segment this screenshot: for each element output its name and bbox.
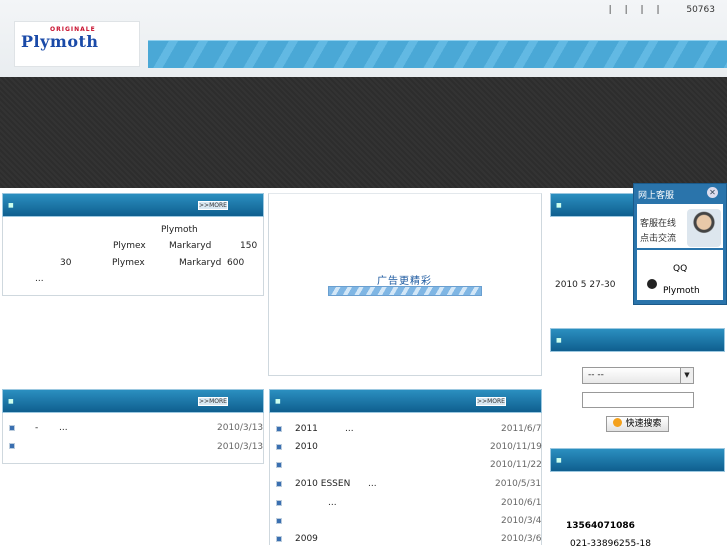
news-mid-item-6-date: 2010/3/4 [501, 516, 542, 526]
news-mid-item-1-a[interactable]: 2011 [295, 424, 318, 434]
top-link-4[interactable]: | [656, 5, 659, 15]
logo-brand: Plymoth [21, 32, 99, 51]
search-icon [613, 418, 623, 427]
top-links: | | | | 50763 [599, 5, 715, 15]
news-mid-item-7-date: 2010/3/6 [501, 534, 542, 544]
search-input[interactable] [582, 392, 694, 408]
intro-line-3b: Plymex [112, 258, 145, 268]
bullet-icon [276, 462, 282, 468]
bar-dot-icon: ■ [8, 398, 14, 405]
ad-loading-bar [328, 286, 482, 296]
chevron-down-icon: ▼ [680, 368, 693, 383]
chat-widget: 网上客服 ✕ 客服在线 点击交流 QQ Plymoth [633, 183, 727, 305]
intro-line-2b: Markaryd [169, 241, 212, 251]
nav-bar [148, 40, 727, 68]
close-icon[interactable]: ✕ [707, 187, 718, 198]
chat-body[interactable]: 客服在线 点击交流 [637, 204, 723, 248]
chat-line-1: 客服在线 [640, 219, 677, 229]
bar-dot-icon: ■ [8, 202, 14, 209]
bullet-icon [276, 444, 282, 450]
news-mid-panel: 2011 ... 2011/6/7 2010 2010/11/19 2010/1… [269, 413, 542, 545]
bullet-icon [276, 518, 282, 524]
intro-line-3d: 600 [227, 258, 245, 268]
agent-avatar [687, 209, 721, 247]
intro-panel: Plymoth Plymex Markaryd 150 30 Plymex Ma… [2, 217, 264, 296]
bar-dot-icon: ■ [556, 457, 562, 464]
news-mid-item-1-b[interactable]: ... [345, 424, 354, 434]
contact-mobile: 13564071086 [566, 521, 635, 531]
bullet-icon [276, 481, 282, 487]
news-left-header-bar: ■ >>MORE [2, 389, 264, 413]
intro-ellipsis[interactable]: ... [35, 274, 44, 284]
news-mid-item-7-a[interactable]: 2009 [295, 534, 318, 544]
bullet-icon [9, 425, 15, 431]
intro-more-button[interactable]: >>MORE [198, 201, 228, 210]
category-select[interactable]: -- -- ▼ [582, 367, 694, 384]
news-left-more-button[interactable]: >>MORE [198, 397, 228, 406]
exhibit-date[interactable]: 2010 5 27-30 [555, 280, 616, 290]
exhibit-header-bar: ■ [550, 193, 635, 217]
bar-dot-icon: ■ [556, 337, 562, 344]
contact-phone: 021-33896255-18 [570, 539, 651, 549]
news-mid-item-4-a[interactable]: 2010 ESSEN [295, 479, 350, 489]
chat-line-2: 点击交流 [640, 234, 677, 244]
bar-dot-icon: ■ [275, 398, 281, 405]
news-mid-item-3-date: 2010/11/22 [490, 460, 542, 470]
banner [0, 77, 727, 188]
news-left-item-2-date: 2010/3/13 [217, 442, 264, 452]
intro-line-2c: 150 [240, 241, 258, 251]
news-mid-more-button[interactable]: >>MORE [476, 397, 506, 406]
news-mid-item-2-date: 2010/11/19 [490, 442, 542, 452]
news-mid-header-bar: ■ >>MORE [269, 389, 542, 413]
site-header: ORIGINALE Plymoth | | | | 50763 [0, 0, 727, 77]
bullet-icon [9, 443, 15, 449]
qq-box[interactable]: QQ Plymoth [637, 250, 723, 300]
news-left-panel: - ... 2010/3/13 2010/3/13 [2, 413, 264, 464]
news-mid-item-5-b[interactable]: ... [328, 498, 337, 508]
visit-counter: 50763 [686, 5, 715, 15]
news-mid-item-4-b[interactable]: ... [368, 479, 377, 489]
intro-header-bar: ■ >>MORE [2, 193, 264, 217]
search-button[interactable]: 快速搜索 [606, 416, 669, 432]
intro-line-2a: Plymex [113, 241, 146, 251]
news-mid-item-1-date: 2011/6/7 [501, 424, 542, 434]
contact-header-bar: ■ [550, 448, 725, 472]
intro-line-3a: 30 [60, 258, 72, 268]
chat-title: 网上客服 [638, 191, 675, 201]
search-button-label: 快速搜索 [625, 419, 662, 429]
bar-dot-icon: ■ [556, 202, 562, 209]
search-header-bar: ■ [550, 328, 725, 352]
bullet-icon [276, 426, 282, 432]
news-mid-item-5-date: 2010/6/1 [501, 498, 542, 508]
top-link-3[interactable]: | [641, 5, 644, 15]
intro-line-3c: Markaryd [179, 258, 222, 268]
intro-line-1: Plymoth [161, 225, 198, 235]
bullet-icon [276, 500, 282, 506]
news-mid-item-4-date: 2010/5/31 [495, 479, 542, 489]
news-left-item-1-b[interactable]: ... [59, 423, 68, 433]
top-link-1[interactable]: | [609, 5, 612, 15]
qq-label: QQ [673, 264, 688, 274]
bullet-icon [276, 536, 282, 542]
news-mid-item-2-a[interactable]: 2010 [295, 442, 318, 452]
select-value: -- -- [588, 370, 604, 380]
top-link-2[interactable]: | [625, 5, 628, 15]
site-logo[interactable]: ORIGINALE Plymoth [14, 21, 140, 67]
news-left-item-1-date: 2010/3/13 [217, 423, 264, 433]
qq-name[interactable]: Plymoth [663, 286, 700, 296]
news-left-item-1-a[interactable]: - [35, 423, 38, 433]
qq-penguin-icon [647, 279, 657, 289]
ad-text: 广告更精彩 [377, 276, 432, 287]
